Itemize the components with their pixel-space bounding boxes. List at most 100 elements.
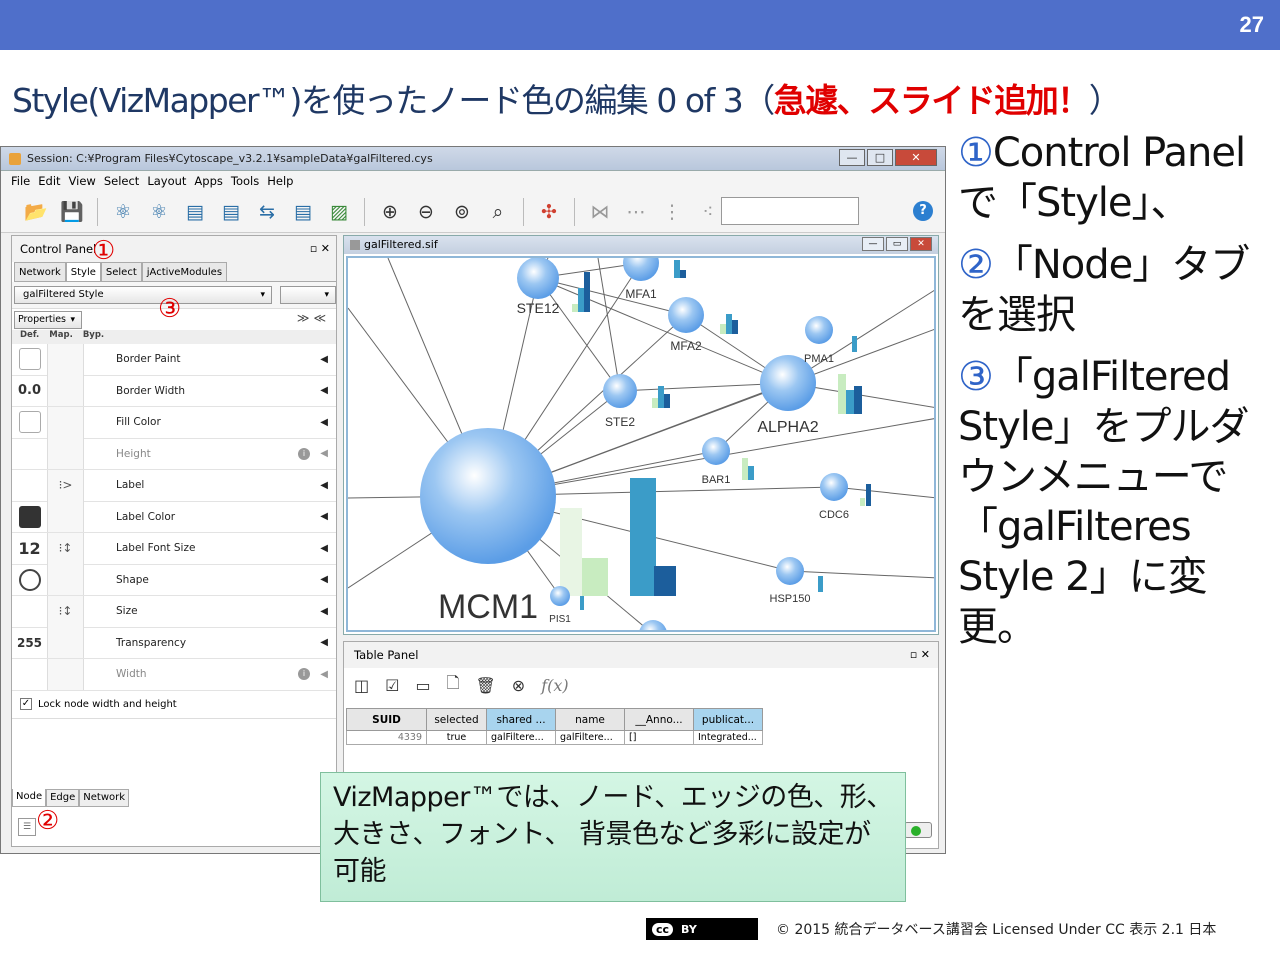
property-row-width[interactable]: Width i ◀ bbox=[12, 658, 336, 691]
show-columns-icon[interactable]: ◫ bbox=[354, 676, 369, 695]
import-network-url-icon[interactable]: ⚛ bbox=[144, 197, 174, 227]
property-row-shape[interactable]: Shape ◀ bbox=[12, 564, 336, 596]
bypass-value[interactable] bbox=[84, 375, 116, 406]
mapping-value[interactable] bbox=[48, 627, 84, 659]
new-column-icon[interactable]: 🗋 bbox=[447, 672, 460, 699]
menu-apps[interactable]: Apps bbox=[194, 171, 222, 191]
table-cell[interactable]: galFiltere... bbox=[486, 730, 556, 745]
export-network-icon[interactable]: ⇆ bbox=[252, 197, 282, 227]
table-cell[interactable]: galFiltere... bbox=[555, 730, 625, 745]
mapping-value[interactable] bbox=[48, 501, 84, 533]
import-table-icon[interactable]: ▤ bbox=[180, 197, 210, 227]
open-folder-icon[interactable]: 📂 bbox=[21, 197, 51, 227]
default-value[interactable] bbox=[12, 595, 48, 627]
mapping-value[interactable] bbox=[48, 406, 84, 438]
style-options-button[interactable] bbox=[280, 286, 336, 304]
zoom-selected-icon[interactable]: ⌕ bbox=[483, 197, 513, 227]
property-row-transparency[interactable]: 255 Transparency ◀ bbox=[12, 627, 336, 659]
link-table-icon[interactable]: ⊗ bbox=[512, 676, 525, 695]
tab-node[interactable]: Node bbox=[12, 789, 47, 807]
properties-dropdown[interactable]: Properties bbox=[14, 310, 82, 329]
expand-arrow-icon[interactable]: ◀ bbox=[320, 480, 328, 491]
mapping-value[interactable]: ⁝↕ bbox=[48, 532, 84, 564]
style-options-icon[interactable]: ☰ bbox=[18, 818, 36, 836]
bypass-value[interactable] bbox=[84, 470, 116, 501]
table-cell[interactable]: 4339 bbox=[346, 730, 427, 745]
network-minimize-button[interactable]: — bbox=[862, 237, 884, 251]
zoom-out-icon[interactable]: ⊖ bbox=[411, 197, 441, 227]
expand-arrow-icon[interactable]: ◀ bbox=[320, 417, 328, 428]
export-image-icon[interactable]: ▨ bbox=[324, 197, 354, 227]
default-value[interactable]: 12 bbox=[12, 532, 48, 564]
mapping-value[interactable] bbox=[48, 375, 84, 407]
show-all-icon[interactable]: ⋯ bbox=[621, 197, 651, 227]
mapping-value[interactable] bbox=[48, 564, 84, 596]
tab-network-style[interactable]: Network bbox=[79, 789, 130, 807]
property-row-fill-color[interactable]: Fill Color ◀ bbox=[12, 406, 336, 439]
expand-arrow-icon[interactable]: ◀ bbox=[320, 637, 328, 648]
property-row-size[interactable]: ⁝↕ Size ◀ bbox=[12, 595, 336, 628]
tab-network[interactable]: Network bbox=[14, 262, 66, 281]
bypass-value[interactable] bbox=[84, 564, 116, 595]
bypass-value[interactable] bbox=[84, 501, 116, 532]
network-close-button[interactable]: ✕ bbox=[910, 237, 932, 251]
control-panel-window-controls[interactable]: ▫ ✕ bbox=[310, 236, 330, 262]
expand-arrow-icon[interactable]: ◀ bbox=[320, 606, 328, 617]
tab-edge[interactable]: Edge bbox=[46, 789, 80, 807]
zoom-fit-icon[interactable]: ⊚ bbox=[447, 197, 477, 227]
maximize-button[interactable]: □ bbox=[867, 149, 893, 166]
first-neighbors-icon[interactable]: ⋮ bbox=[657, 197, 687, 227]
close-button[interactable]: ✕ bbox=[895, 149, 937, 166]
lock-node-size-checkbox[interactable]: ✓ bbox=[20, 698, 32, 710]
mapping-value[interactable]: ⁝> bbox=[48, 469, 84, 501]
property-row-height[interactable]: Height i ◀ bbox=[12, 438, 336, 470]
menu-layout[interactable]: Layout bbox=[147, 171, 186, 191]
layout-icon[interactable]: ✣ bbox=[534, 197, 564, 227]
select-nodes-icon[interactable]: ⁖ bbox=[693, 197, 723, 227]
expand-arrow-icon[interactable]: ◀ bbox=[320, 354, 328, 365]
export-table-icon[interactable]: ▤ bbox=[288, 197, 318, 227]
default-value[interactable] bbox=[12, 501, 48, 533]
bypass-value[interactable] bbox=[84, 344, 116, 375]
default-value[interactable]: 0.0 bbox=[12, 375, 48, 407]
expand-arrow-icon[interactable]: ◀ bbox=[320, 385, 328, 396]
menu-edit[interactable]: Edit bbox=[38, 171, 60, 191]
default-value[interactable] bbox=[12, 469, 48, 501]
tab-jactivemodules[interactable]: jActiveModules bbox=[141, 262, 228, 281]
zoom-in-icon[interactable]: ⊕ bbox=[375, 197, 405, 227]
unselect-columns-icon[interactable]: ▭ bbox=[415, 676, 430, 695]
bypass-value[interactable] bbox=[84, 627, 116, 658]
delete-column-icon[interactable]: 🗑 bbox=[475, 676, 495, 695]
minimize-button[interactable]: — bbox=[839, 149, 865, 166]
mapping-value[interactable]: ⁝↕ bbox=[48, 595, 84, 627]
expand-arrow-icon[interactable]: ◀ bbox=[320, 543, 328, 554]
network-restore-button[interactable]: ▭ bbox=[886, 237, 908, 251]
bypass-value[interactable] bbox=[84, 596, 116, 627]
save-icon[interactable]: 💾 bbox=[57, 197, 87, 227]
select-all-columns-icon[interactable]: ☑ bbox=[385, 676, 399, 695]
expand-arrow-icon[interactable]: ◀ bbox=[320, 574, 328, 585]
property-row-border-width[interactable]: 0.0 Border Width ◀ bbox=[12, 375, 336, 407]
column-header[interactable]: publicat... bbox=[693, 708, 763, 731]
style-dropdown[interactable]: galFiltered Style bbox=[14, 286, 272, 304]
menu-view[interactable]: View bbox=[69, 171, 96, 191]
help-icon[interactable]: ? bbox=[913, 201, 933, 221]
column-header[interactable]: __Anno... bbox=[624, 708, 694, 731]
property-row-label-color[interactable]: Label Color ◀ bbox=[12, 501, 336, 533]
property-row-border-paint[interactable]: Border Paint ◀ bbox=[12, 343, 336, 376]
column-header[interactable]: name bbox=[555, 708, 625, 731]
function-builder-icon[interactable]: f(x) bbox=[541, 676, 568, 695]
table-cell[interactable]: true bbox=[426, 730, 487, 745]
hide-selected-icon[interactable]: ⋈ bbox=[585, 197, 615, 227]
menu-help[interactable]: Help bbox=[267, 171, 293, 191]
default-value[interactable] bbox=[12, 564, 48, 596]
default-value[interactable]: 255 bbox=[12, 627, 48, 659]
table-row[interactable]: 4339 true galFiltere... galFiltere... []… bbox=[346, 730, 763, 745]
bypass-value[interactable] bbox=[84, 407, 116, 438]
default-value[interactable] bbox=[12, 343, 48, 375]
network-canvas[interactable]: MCM1 STE12 MFA1 MFA2 PMA1 ALPHA2 STE2 BA… bbox=[346, 256, 936, 632]
bypass-value[interactable] bbox=[84, 533, 116, 564]
import-network-icon[interactable]: ⚛ bbox=[108, 197, 138, 227]
mapping-value[interactable] bbox=[48, 343, 84, 375]
menu-file[interactable]: File bbox=[11, 171, 30, 191]
